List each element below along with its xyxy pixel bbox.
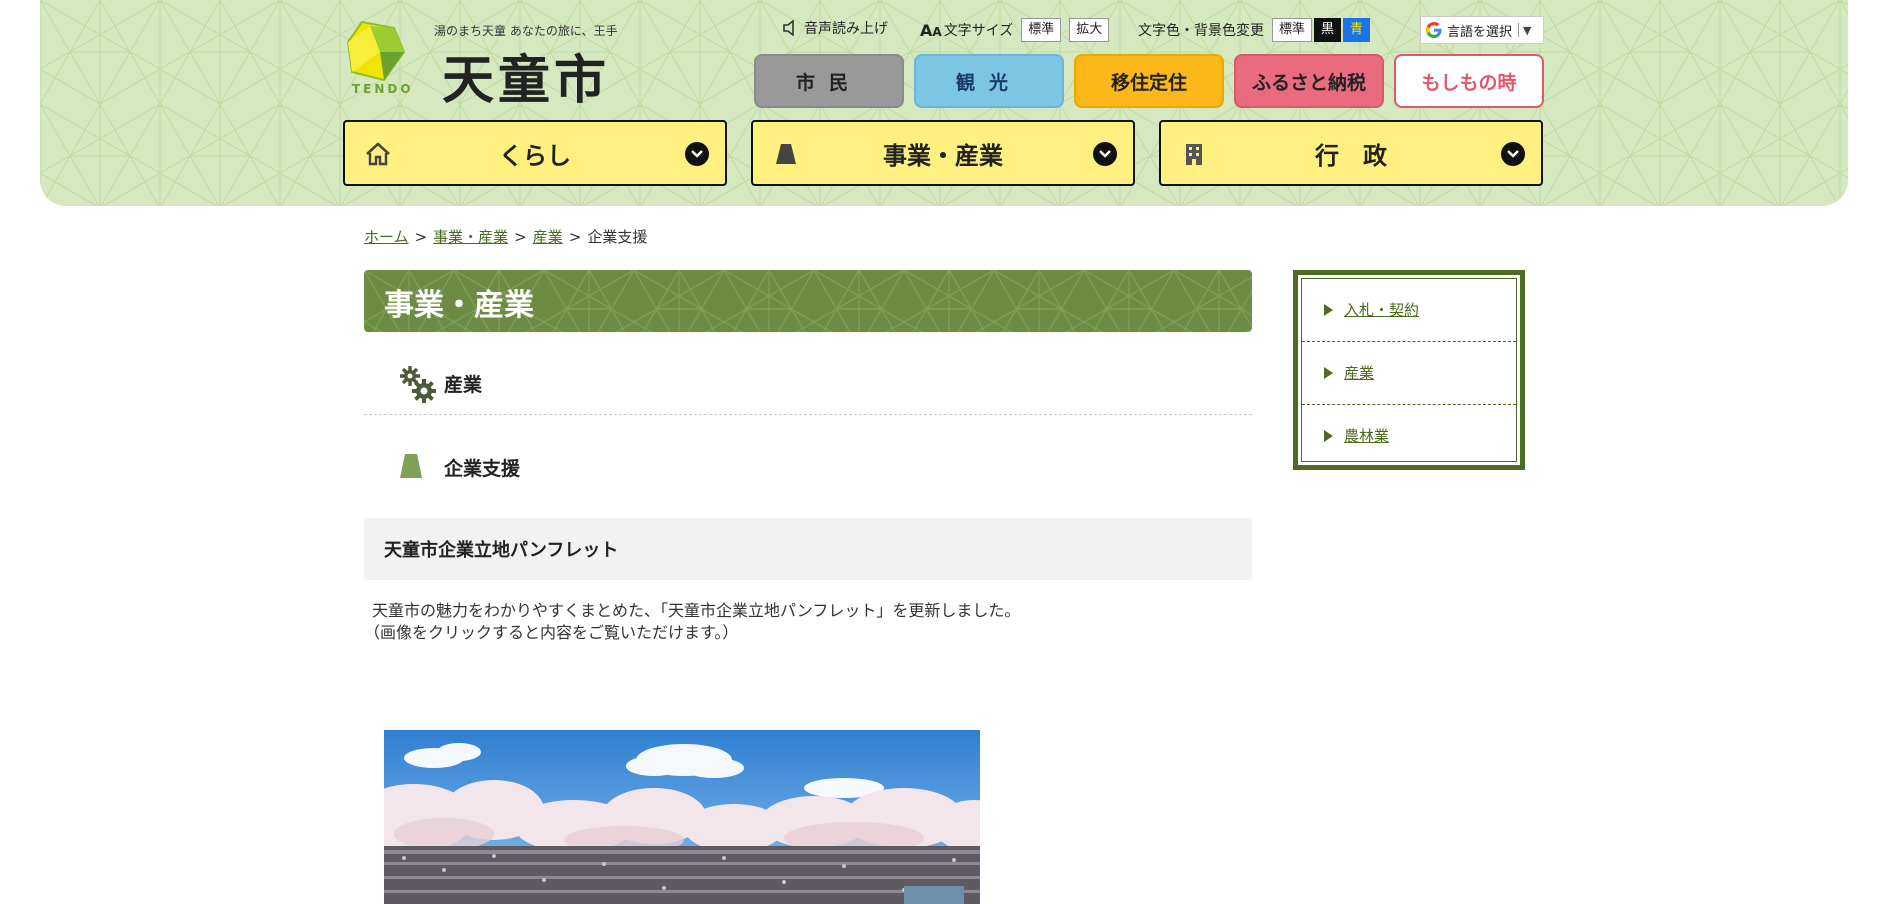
category-button-furusato-tax[interactable]: ふるさと納税 (1234, 54, 1384, 108)
cherry-blossom-photo (384, 730, 980, 904)
color-black-button[interactable]: 黒 (1314, 18, 1342, 42)
main-nav-living-label: くらし (499, 141, 571, 170)
voice-reader-link[interactable]: 音声読み上げ (782, 18, 888, 38)
breadcrumb-current: 企業支援 (587, 228, 648, 246)
font-size-icon: AA (920, 20, 942, 40)
breadcrumb-link-home[interactable]: ホーム (364, 228, 409, 246)
font-standard-button[interactable]: 標準 (1021, 18, 1062, 42)
main-nav-administration-label: 行 政 (1315, 141, 1387, 170)
sidebar-item-industry: 産業 (1302, 342, 1516, 405)
language-select[interactable]: 言語を選択 ▼ (1420, 16, 1544, 44)
sidebar-item-bidding: 入札・契約 (1302, 279, 1516, 342)
sidebar-link-agriculture[interactable]: 農林業 (1344, 425, 1389, 446)
divider (1518, 23, 1520, 37)
breadcrumb-link-business[interactable]: 事業・産業 (433, 228, 508, 246)
breadcrumb-separator: > (568, 228, 582, 246)
breadcrumb-separator: > (414, 228, 428, 246)
body-line-2: （画像をクリックすると内容をご覧いただけます。） (364, 623, 739, 642)
color-change-label: 文字色・背景色変更 (1138, 23, 1264, 39)
body-text: 天童市の魅力をわかりやすくまとめた、「天童市企業立地パンフレット」を更新しました… (364, 600, 1021, 644)
gears-icon (400, 366, 436, 403)
triangle-right-icon (1324, 367, 1333, 379)
color-blue-button[interactable]: 青 (1343, 18, 1371, 42)
sidebar-link-industry[interactable]: 産業 (1344, 362, 1374, 383)
shogi-piece-icon (400, 454, 422, 478)
section-title: 天童市企業立地パンフレット (384, 540, 619, 561)
font-size-control: AA 文字サイズ 標準 拡大 (920, 18, 1110, 42)
logo-english: TENDO (352, 82, 414, 96)
font-size-label: 文字サイズ (943, 23, 1014, 39)
category-button-tourism[interactable]: 観光 (914, 54, 1064, 108)
dropdown-arrow-icon: ▼ (1523, 23, 1532, 37)
subcategory-heading: 産業 (364, 360, 1252, 415)
main-nav-business-label: 事業・産業 (883, 141, 1003, 170)
triangle-right-icon (1324, 304, 1333, 316)
body-line-1: 天童市の魅力をわかりやすくまとめた、「天童市企業立地パンフレット」を更新しました… (372, 601, 1021, 620)
category-button-emergency[interactable]: もしもの時 (1394, 54, 1544, 108)
chevron-down-icon (1501, 142, 1525, 166)
main-nav-living[interactable]: くらし (343, 120, 727, 186)
speaker-icon (783, 20, 794, 36)
sidebar-inner: 入札・契約 産業 農林業 (1301, 278, 1517, 462)
chevron-down-icon (1093, 142, 1117, 166)
pamphlet-image-link[interactable] (384, 730, 980, 904)
page-title: 事業・産業 (384, 288, 534, 323)
voice-reader-label: 音声読み上げ (804, 21, 888, 37)
google-icon (1426, 22, 1442, 38)
logo-tagline: 湯のまち天童 あなたの旅に、王手 (434, 24, 618, 38)
main-nav-business[interactable]: 事業・産業 (751, 120, 1135, 186)
site-logo[interactable]: TENDO 湯のまち天童 あなたの旅に、王手 天童市 (344, 18, 617, 111)
category-button-citizen[interactable]: 市民 (754, 54, 904, 108)
main-nav-administration[interactable]: 行 政 (1159, 120, 1543, 186)
sidebar-menu: 入札・契約 産業 農林業 (1293, 270, 1525, 470)
breadcrumb-separator: > (514, 228, 527, 246)
triangle-right-icon (1324, 430, 1333, 442)
breadcrumb-link-industry[interactable]: 産業 (533, 228, 563, 246)
color-standard-button[interactable]: 標準 (1272, 18, 1313, 42)
page-title-banner: 事業・産業 (364, 270, 1252, 332)
section-heading: 天童市企業立地パンフレット (364, 518, 1252, 580)
sidebar-link-bidding[interactable]: 入札・契約 (1344, 299, 1419, 320)
subpage-title: 企業支援 (444, 458, 521, 480)
font-large-button[interactable]: 拡大 (1069, 18, 1110, 42)
category-button-migration[interactable]: 移住定住 (1074, 54, 1224, 108)
chevron-down-icon (685, 142, 709, 166)
breadcrumb: ホーム > 事業・産業 > 産業 > 企業支援 (364, 226, 647, 247)
color-change-control: 文字色・背景色変更 標準 黒 青 (1138, 18, 1371, 42)
subcategory-title: 産業 (444, 374, 483, 396)
logo-name: 天童市 (442, 50, 611, 111)
subpage-heading: 企業支援 (364, 444, 1252, 488)
sidebar-item-agriculture: 農林業 (1302, 405, 1516, 467)
language-select-label: 言語を選択 (1447, 24, 1513, 40)
